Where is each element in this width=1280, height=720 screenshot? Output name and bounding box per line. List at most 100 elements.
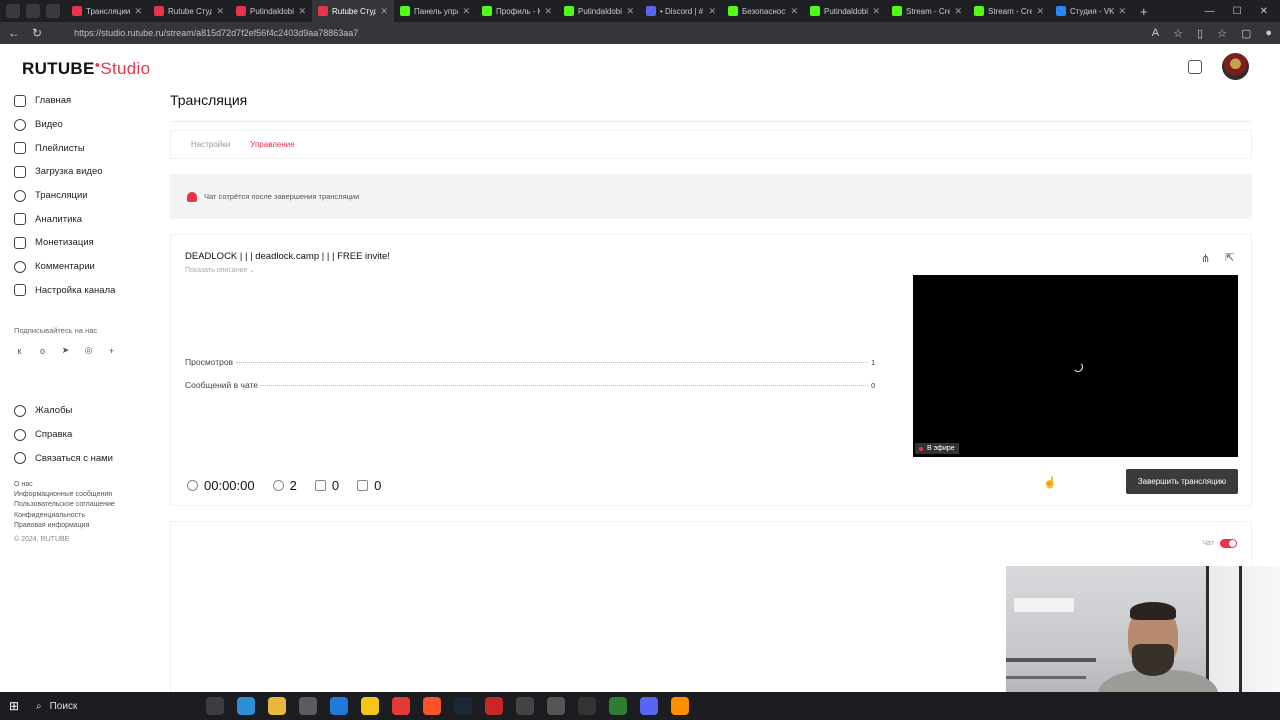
taskbar-search[interactable]: ⌕ Поиск — [28, 696, 158, 716]
open-external-icon[interactable]: ⇱ — [1225, 251, 1234, 264]
browser-tab[interactable]: Трансляции ✕ — [66, 0, 148, 22]
close-tab-icon[interactable]: ✕ — [954, 6, 962, 17]
footer-link[interactable]: Информационные сообщения — [14, 491, 164, 501]
url-field[interactable]: https://studio.rutube.ru/stream/a815d72d… — [74, 28, 358, 38]
sidebar-help-item[interactable]: Жалобы — [14, 399, 164, 423]
browser-tab[interactable]: Putindaldobi ✕ — [230, 0, 312, 22]
browser-tab[interactable]: • Discord | # ✕ — [640, 0, 722, 22]
reload-icon[interactable]: ↻ — [32, 26, 42, 40]
chat-toggle-label: Чат — [1202, 540, 1214, 547]
browser-tab[interactable]: Профиль - K ✕ — [476, 0, 558, 22]
footer-link[interactable]: О нас — [14, 481, 164, 491]
collections-icon[interactable]: ▢ — [1241, 27, 1251, 40]
sidebar-item[interactable]: Плейлисты — [14, 136, 164, 160]
sidebar-item[interactable]: Аналитика — [14, 207, 164, 231]
sidebar-help-item[interactable]: Связаться с нами — [14, 446, 164, 470]
telegram-icon[interactable]: ➤ — [60, 345, 71, 356]
end-stream-button[interactable]: Завершить трансляцию — [1126, 469, 1238, 494]
create-icon[interactable] — [1188, 60, 1202, 74]
browser-tab[interactable]: Stream - Cre ✕ — [968, 0, 1050, 22]
close-tab-icon[interactable]: ✕ — [216, 6, 224, 17]
profile-icon[interactable] — [6, 4, 20, 18]
tab-title: Stream - Cre — [906, 6, 951, 16]
minimize-icon[interactable]: — — [1205, 6, 1215, 17]
footer-link[interactable]: Правовая информация — [14, 522, 164, 532]
unity-icon[interactable] — [578, 697, 596, 715]
split-view-icon[interactable]: ▯ — [1197, 27, 1203, 40]
browser-tab[interactable]: Студия - VK ✕ — [1050, 0, 1132, 22]
close-tab-icon[interactable]: ✕ — [462, 6, 470, 17]
vlc-icon[interactable] — [671, 697, 689, 715]
sidebar-item[interactable]: Главная — [14, 89, 164, 113]
close-tab-icon[interactable]: ✕ — [626, 6, 634, 17]
sidebar-item[interactable]: Трансляции — [14, 184, 164, 208]
mail-app-icon[interactable] — [330, 697, 348, 715]
viber-icon[interactable]: ◎ — [83, 345, 94, 356]
profile-avatar-icon[interactable]: ● — [1265, 27, 1272, 40]
app-icon[interactable] — [516, 697, 534, 715]
browser-tab[interactable]: Безопасност ✕ — [722, 0, 804, 22]
bell-icon — [187, 191, 197, 202]
tabs-container: Трансляции✕Rutube Студия✕Putindaldobi✕Ru… — [66, 0, 1132, 22]
new-tab-button[interactable]: + — [1132, 4, 1156, 19]
maximize-icon[interactable]: ☐ — [1233, 6, 1242, 17]
steam-icon[interactable] — [454, 697, 472, 715]
more-socials-icon[interactable]: + — [106, 346, 117, 356]
share-icon[interactable]: ⋔ — [1201, 252, 1210, 265]
close-tab-icon[interactable]: ✕ — [298, 6, 306, 17]
tab-settings[interactable]: Настройки — [191, 140, 230, 149]
close-tab-icon[interactable]: ✕ — [872, 6, 880, 17]
kick-icon[interactable] — [609, 697, 627, 715]
close-tab-icon[interactable]: ✕ — [708, 6, 716, 17]
show-description-link[interactable]: Показать описание ⌄ — [185, 266, 255, 274]
bookmark-star-icon[interactable]: ☆ — [1173, 27, 1183, 40]
tab-favicon-icon — [974, 6, 984, 16]
sidebar-item[interactable]: Монетизация — [14, 231, 164, 255]
close-tab-icon[interactable]: ✕ — [1036, 6, 1044, 17]
close-tab-icon[interactable]: ✕ — [544, 6, 552, 17]
browser-tab[interactable]: Stream - Cre ✕ — [886, 0, 968, 22]
avatar[interactable] — [1222, 53, 1249, 80]
yandex-browser-icon[interactable] — [361, 697, 379, 715]
obs-icon[interactable] — [485, 697, 503, 715]
file-explorer-icon[interactable] — [268, 697, 286, 715]
chat-toggle[interactable] — [1220, 539, 1237, 548]
sidebar-item-label: Главная — [35, 95, 72, 107]
tab-list-icon[interactable] — [46, 4, 60, 18]
start-button[interactable]: ⊞ — [0, 692, 28, 720]
browser-app-icon[interactable] — [237, 697, 255, 715]
footer-link[interactable]: Пользовательское соглашение — [14, 501, 164, 511]
browser-tab[interactable]: Putindaldobi ✕ — [558, 0, 640, 22]
browser-tab[interactable]: Rutube Студия✕ — [312, 0, 394, 22]
favorites-icon[interactable]: ☆ — [1217, 27, 1227, 40]
footer-link[interactable]: Конфиденциальность — [14, 512, 164, 522]
vk-icon[interactable]: к — [14, 346, 25, 356]
sidebar-item[interactable]: Загрузка видео — [14, 160, 164, 184]
sidebar-item-label: Монетизация — [35, 237, 94, 249]
sidebar-item[interactable]: Настройка канала — [14, 279, 164, 303]
yandex-icon[interactable] — [392, 697, 410, 715]
calculator-icon[interactable] — [299, 697, 317, 715]
video-player[interactable]: В эфире — [913, 275, 1238, 457]
sidebar-help-item[interactable]: Справка — [14, 423, 164, 447]
browser-tab[interactable]: Панель упра ✕ — [394, 0, 476, 22]
brave-icon[interactable] — [423, 697, 441, 715]
extensions-icon[interactable] — [26, 4, 40, 18]
task-view-icon[interactable] — [206, 697, 224, 715]
close-window-icon[interactable]: ✕ — [1260, 6, 1268, 17]
translate-icon[interactable]: A — [1152, 27, 1159, 40]
rutube-studio-logo[interactable]: RUTUBE●Studio — [22, 59, 150, 79]
sidebar-item[interactable]: Видео — [14, 113, 164, 137]
close-tab-icon[interactable]: ✕ — [134, 6, 142, 17]
ok-icon[interactable]: о — [37, 346, 48, 356]
settings-app-icon[interactable] — [547, 697, 565, 715]
close-tab-icon[interactable]: ✕ — [1118, 6, 1126, 17]
close-tab-icon[interactable]: ✕ — [380, 6, 388, 17]
back-icon[interactable]: ← — [8, 26, 20, 40]
discord-icon[interactable] — [640, 697, 658, 715]
tab-management[interactable]: Управление — [250, 140, 294, 149]
browser-tab[interactable]: Putindaldobi ✕ — [804, 0, 886, 22]
sidebar-item[interactable]: Комментарии — [14, 255, 164, 279]
close-tab-icon[interactable]: ✕ — [790, 6, 798, 17]
browser-tab[interactable]: Rutube Студия✕ — [148, 0, 230, 22]
